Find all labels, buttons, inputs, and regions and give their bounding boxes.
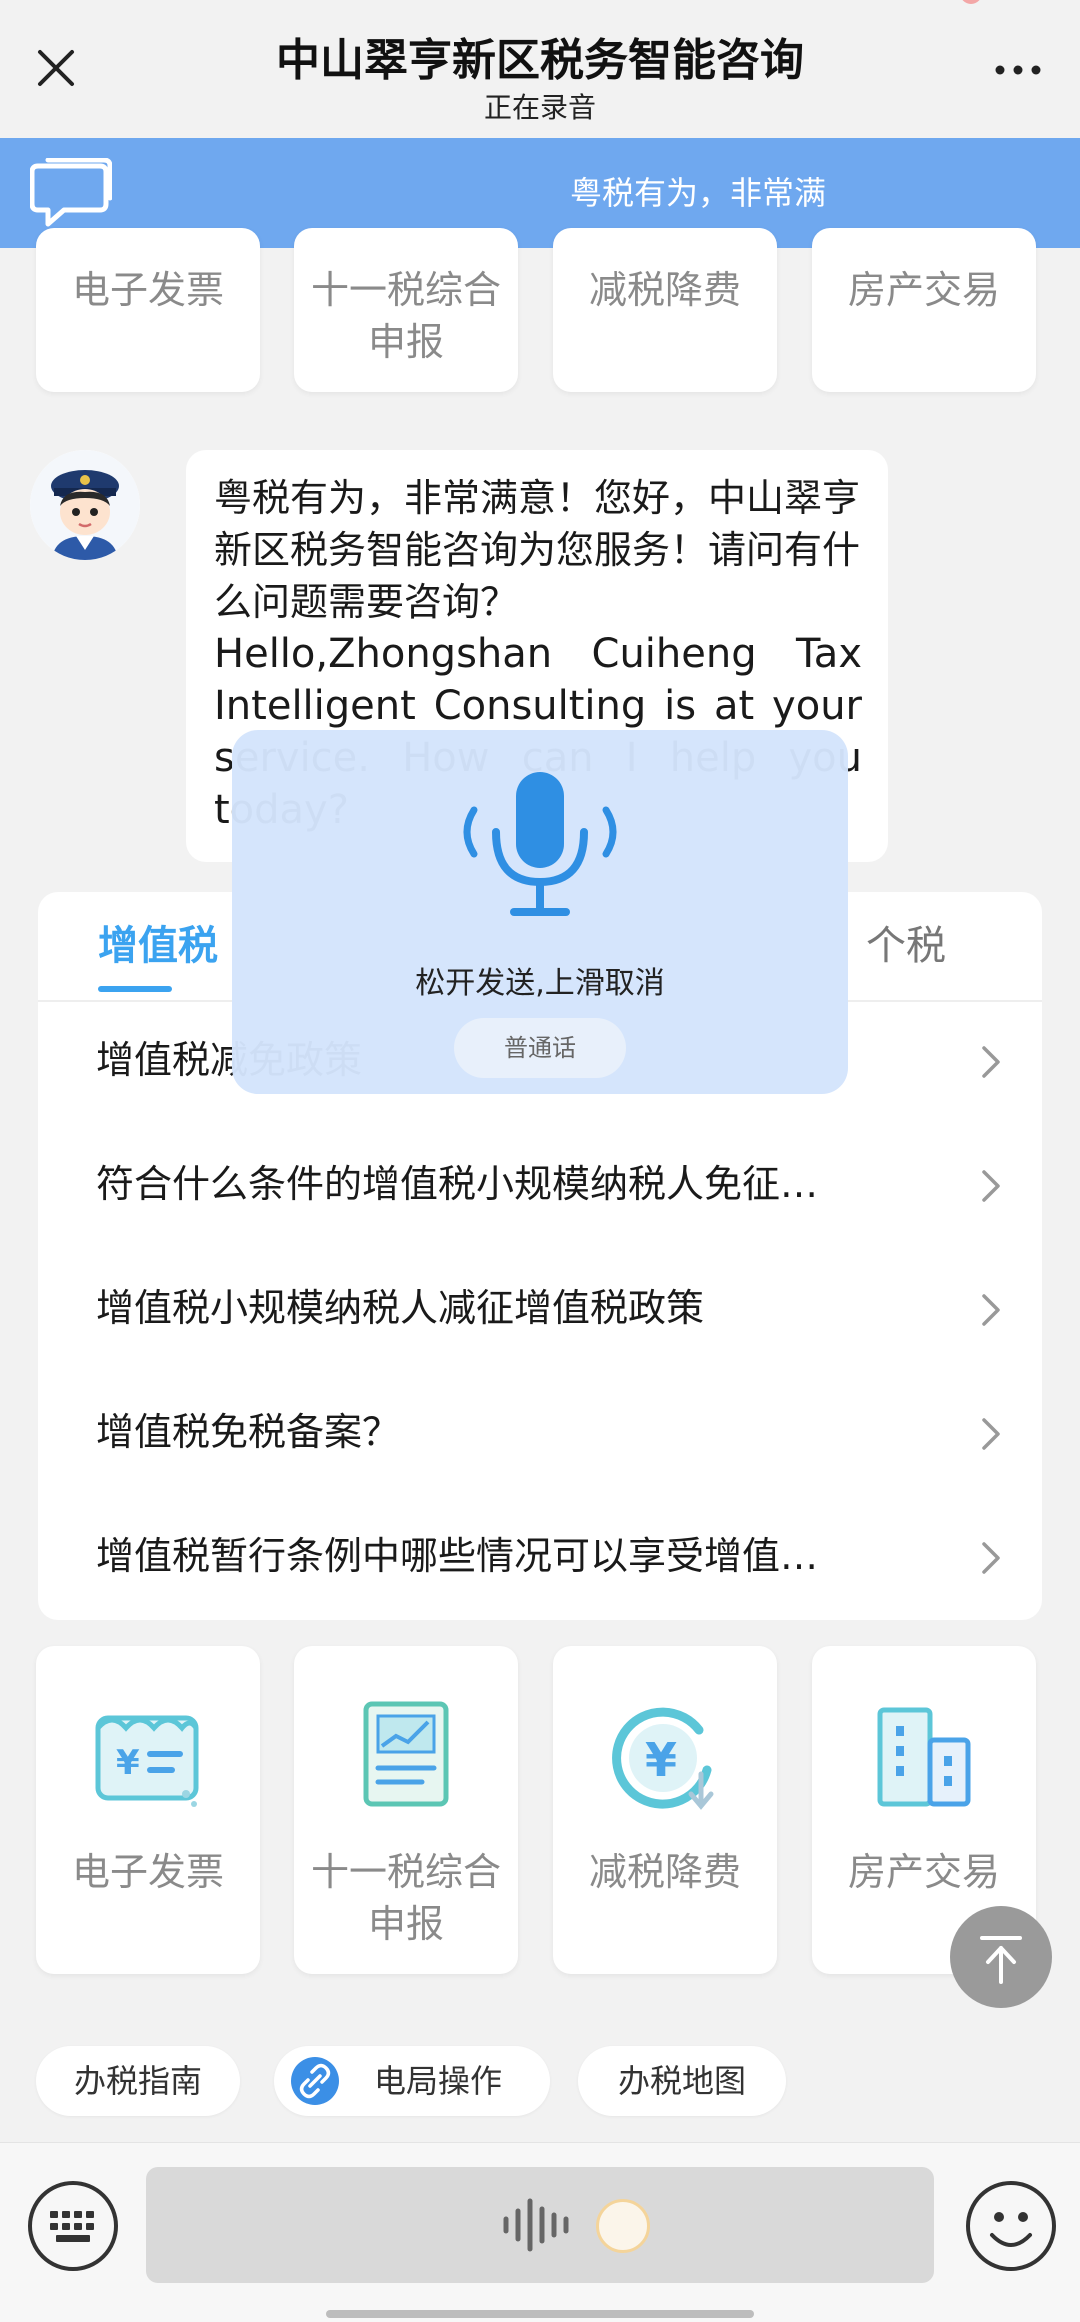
chip-label: 办税指南 bbox=[73, 2062, 202, 2100]
emoji-icon[interactable] bbox=[964, 2179, 1058, 2273]
back-to-top-button[interactable] bbox=[950, 1906, 1052, 2008]
yuan-reduction-icon: ¥ bbox=[612, 1707, 714, 1810]
faq-list-item[interactable]: 增值税免税备案？ bbox=[38, 1372, 1042, 1496]
faq-list-item[interactable]: 增值税小规模纳税人减征增值税政策 bbox=[38, 1248, 1042, 1372]
service-card-label: 十一税综合 bbox=[310, 1850, 501, 1894]
service-card-label: 房产交易 bbox=[847, 268, 1000, 312]
message-text-chinese: 粤税有为，非常满意！您好，中山翠亨新区税务智能咨询为您服务！请问有什么问题需要咨… bbox=[214, 476, 861, 624]
service-card-e-invoice[interactable]: ¥ 电子发票 bbox=[36, 1646, 260, 1974]
voice-recording-overlay: 松开发送,上滑取消 普通话 bbox=[232, 730, 848, 1094]
input-bar bbox=[0, 2142, 1080, 2322]
chip-e-bureau-operation[interactable]: 电局操作 bbox=[274, 2046, 550, 2116]
active-tab-indicator bbox=[98, 986, 172, 992]
home-indicator bbox=[326, 2310, 754, 2318]
chevron-right-icon bbox=[982, 1542, 1000, 1574]
service-card-label: 减税降费 bbox=[588, 1850, 741, 1894]
language-selector[interactable]: 普通话 bbox=[454, 1018, 626, 1078]
assistant-avatar bbox=[30, 450, 140, 560]
service-card-label: 十一税综合 bbox=[310, 268, 501, 312]
notice-marquee-text: 粤税有为，非常满 bbox=[570, 174, 827, 212]
service-card-e-invoice[interactable]: 电子发票 bbox=[36, 228, 260, 392]
faq-question: 增值税暂行条例中哪些情况可以享受增值… bbox=[96, 1534, 819, 1578]
tab-vat[interactable]: 增值税 bbox=[98, 914, 218, 978]
voice-hint-text: 松开发送,上滑取消 bbox=[415, 966, 665, 1001]
more-options-icon[interactable] bbox=[990, 50, 1046, 90]
service-card-tax-reduction[interactable]: 减税降费 bbox=[553, 228, 777, 392]
building-icon bbox=[877, 1707, 971, 1807]
tax-report-icon bbox=[363, 1701, 449, 1807]
tab-individual-tax[interactable]: 个税 bbox=[866, 914, 946, 978]
recording-indicator bbox=[960, 0, 982, 4]
faq-question: 增值税小规模纳税人减征增值税政策 bbox=[96, 1286, 705, 1330]
service-cards-bottom: ¥ 电子发票 十一税综合 申报 ¥ 减税降费 房产交易 bbox=[0, 1646, 1080, 1976]
service-card-label-line2: 申报 bbox=[367, 1902, 444, 1946]
chevron-right-icon bbox=[982, 1294, 1000, 1326]
sound-wave-icon bbox=[503, 2198, 569, 2252]
chevron-right-icon bbox=[982, 1170, 1000, 1202]
chip-tax-map[interactable]: 办税地图 bbox=[578, 2046, 786, 2116]
chip-tax-guide[interactable]: 办税指南 bbox=[36, 2046, 240, 2116]
service-card-property-transaction[interactable]: 房产交易 bbox=[812, 228, 1036, 392]
service-card-label: 电子发票 bbox=[71, 268, 224, 312]
keyboard-icon[interactable] bbox=[26, 2179, 120, 2273]
tax-officer-avatar-icon bbox=[30, 450, 140, 560]
recording-dot bbox=[596, 2199, 650, 2253]
faq-question: 增值税免税备案？ bbox=[96, 1410, 401, 1454]
faq-list-item[interactable]: 符合什么条件的增值税小规模纳税人免征… bbox=[38, 1124, 1042, 1248]
faq-list-item[interactable]: 增值税暂行条例中哪些情况可以享受增值… bbox=[38, 1496, 1042, 1620]
link-icon bbox=[291, 2057, 339, 2105]
microphone-icon bbox=[463, 772, 617, 916]
service-card-label: 电子发票 bbox=[71, 1850, 224, 1894]
service-card-tax-reduction[interactable]: ¥ 减税降费 bbox=[553, 1646, 777, 1974]
svg-text:¥: ¥ bbox=[645, 1733, 677, 1787]
chevron-right-icon bbox=[982, 1046, 1000, 1078]
chevron-right-icon bbox=[982, 1418, 1000, 1450]
service-cards-top: 电子发票 十一税综合 申报 减税降费 房产交易 bbox=[0, 228, 1080, 396]
arrow-up-icon bbox=[980, 1936, 1022, 1984]
chip-label: 办税地图 bbox=[617, 2062, 746, 2100]
message-icon bbox=[30, 158, 112, 227]
service-card-label-line2: 申报 bbox=[367, 320, 444, 364]
svg-text:¥: ¥ bbox=[116, 1743, 140, 1783]
header-bar: 中山翠亨新区税务智能咨询 正在录音 bbox=[0, 0, 1080, 138]
hold-to-talk-button[interactable] bbox=[146, 2167, 934, 2283]
chip-label: 电局操作 bbox=[374, 2062, 503, 2100]
page-title: 中山翠亨新区税务智能咨询 bbox=[276, 35, 804, 86]
service-card-comprehensive-tax[interactable]: 十一税综合 申报 bbox=[294, 228, 518, 392]
service-card-label: 房产交易 bbox=[847, 1850, 1000, 1894]
service-card-label: 减税降费 bbox=[588, 268, 741, 312]
invoice-icon: ¥ bbox=[95, 1715, 199, 1807]
recording-status: 正在录音 bbox=[483, 91, 596, 124]
service-card-comprehensive-tax[interactable]: 十一税综合 申报 bbox=[294, 1646, 518, 1974]
faq-question: 符合什么条件的增值税小规模纳税人免征… bbox=[96, 1162, 819, 1206]
